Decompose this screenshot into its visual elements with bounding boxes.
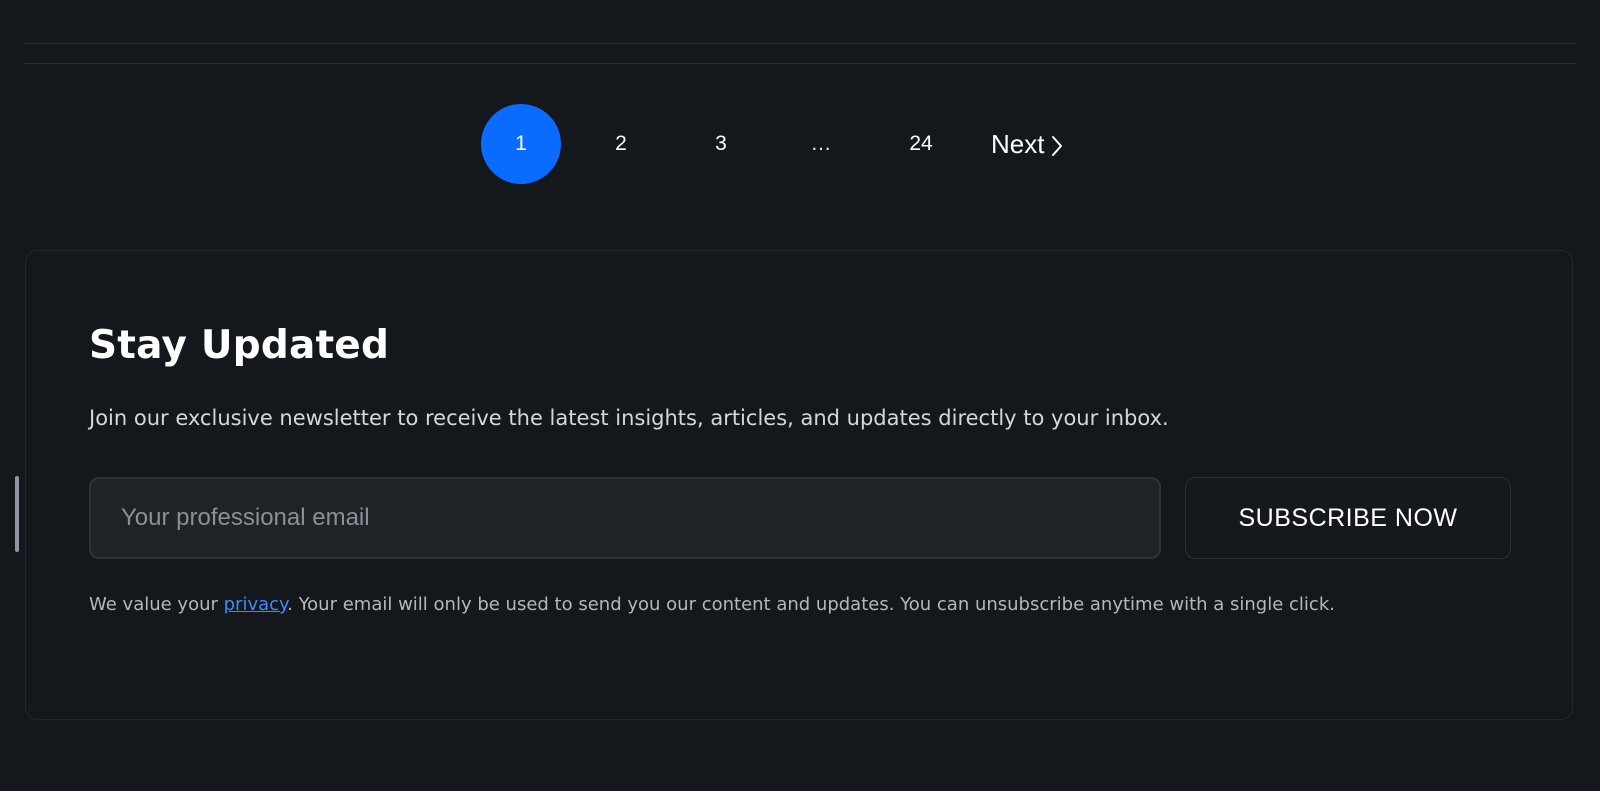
email-input[interactable]: [89, 477, 1161, 559]
page-2-button[interactable]: 2: [581, 104, 661, 184]
page-3-button[interactable]: 3: [681, 104, 761, 184]
divider-bottom: [24, 63, 1576, 64]
privacy-link[interactable]: privacy: [224, 594, 288, 615]
page-1-button[interactable]: 1: [481, 104, 561, 184]
scroll-indicator[interactable]: [15, 476, 19, 552]
subscribe-button[interactable]: SUBSCRIBE NOW: [1185, 477, 1511, 559]
divider-top: [24, 43, 1576, 44]
pagination: 1 2 3 … 24 Next: [481, 104, 1064, 184]
newsletter-title: Stay Updated: [89, 323, 390, 368]
newsletter-description: Join our exclusive newsletter to receive…: [89, 406, 1169, 430]
newsletter-card: Stay Updated Join our exclusive newslett…: [25, 250, 1573, 720]
privacy-note: We value your privacy. Your email will o…: [89, 594, 1335, 615]
privacy-note-suffix: . Your email will only be used to send y…: [287, 594, 1335, 615]
privacy-note-prefix: We value your: [89, 594, 224, 615]
page-last-button[interactable]: 24: [881, 104, 961, 184]
next-page-button[interactable]: Next: [991, 129, 1064, 160]
chevron-right-icon: [1050, 133, 1064, 156]
page: 1 2 3 … 24 Next Stay Updated Join our ex…: [0, 0, 1600, 791]
pagination-ellipsis: …: [810, 132, 832, 155]
next-page-label: Next: [991, 128, 1045, 159]
